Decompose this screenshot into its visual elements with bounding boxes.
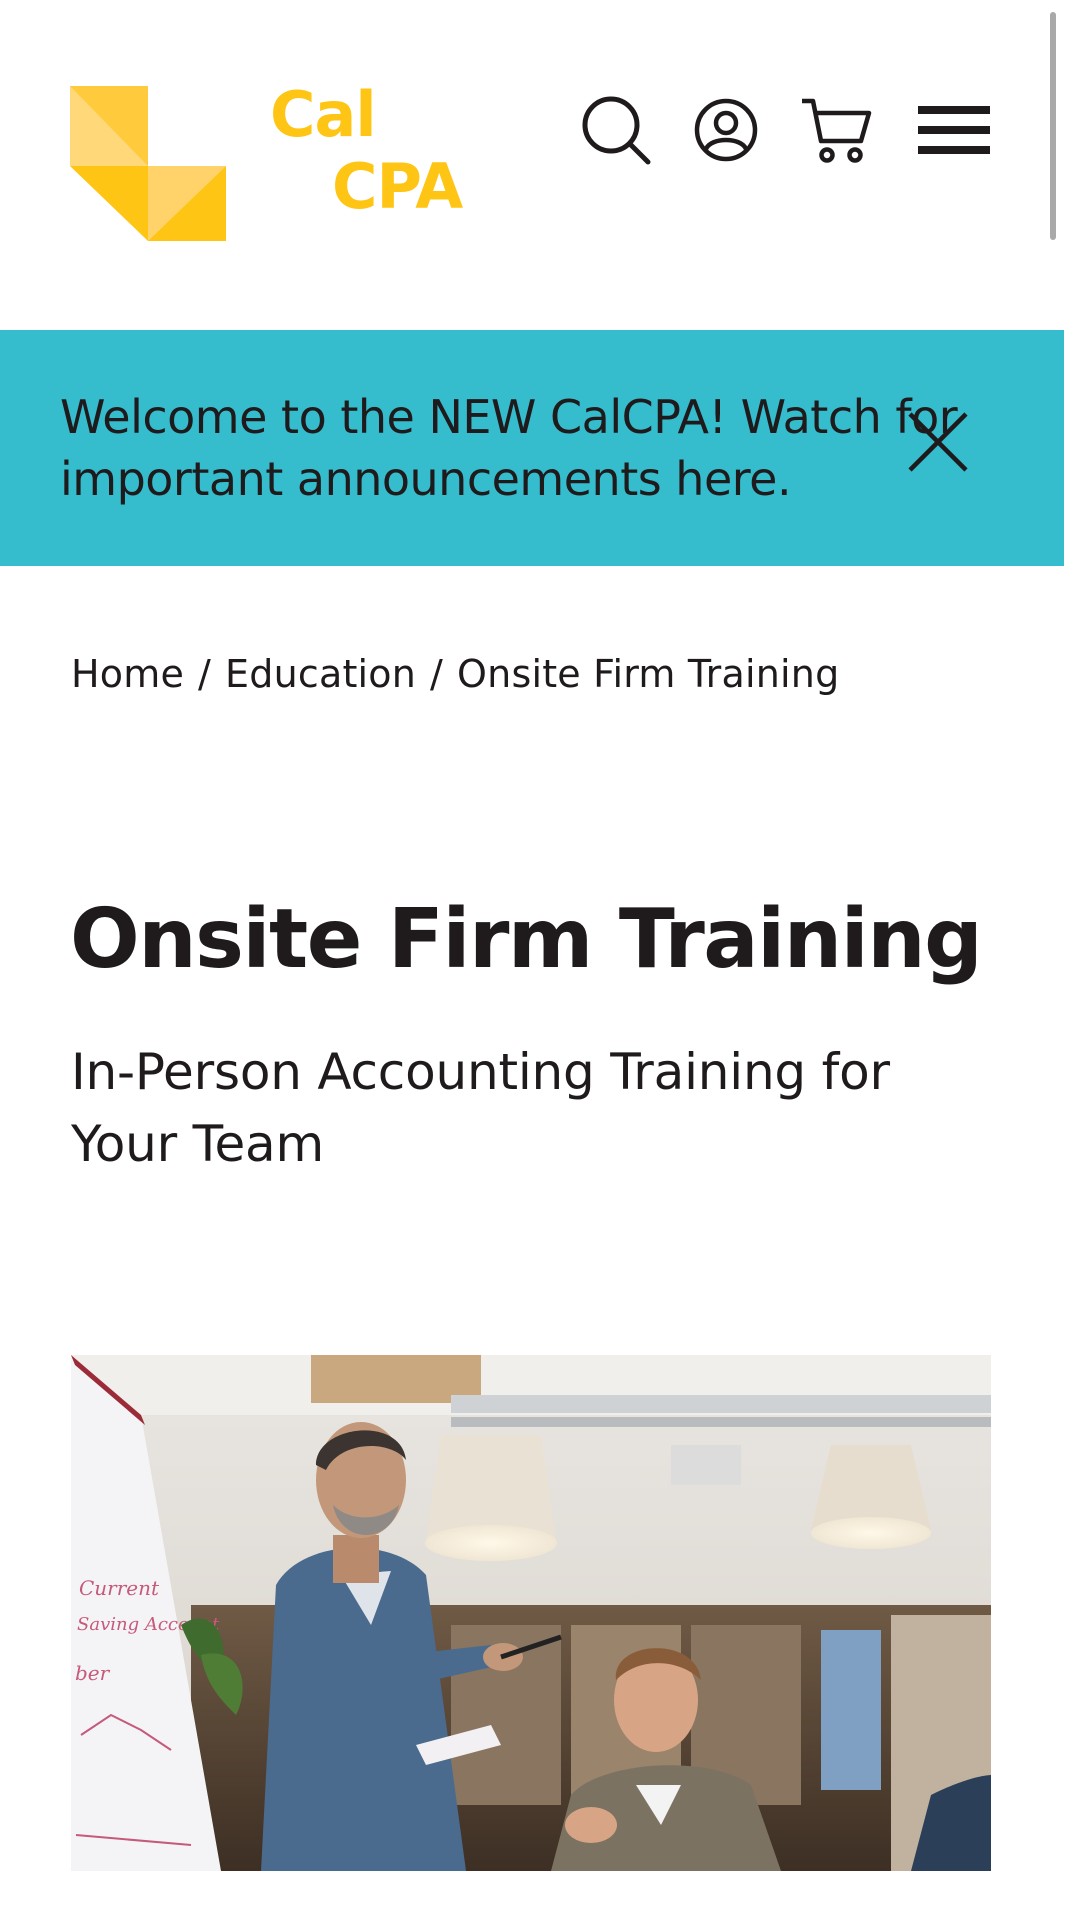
cart-button[interactable] [798,92,874,168]
page-title: Onsite Firm Training [70,892,983,987]
close-icon [908,412,968,472]
announcement-close-button[interactable] [906,410,970,474]
whiteboard-text: Current [79,1576,160,1600]
breadcrumb: Home / Education / Onsite Firm Training [71,652,839,696]
breadcrumb-home[interactable]: Home [71,652,184,696]
account-button[interactable] [688,92,764,168]
logo-word-cal: Cal [270,78,377,151]
announcement-text: Welcome to the NEW CalCPA! Watch for imp… [60,390,958,506]
hero-image: Current Saving Account ber [71,1355,991,1871]
site-header: Cal CPA [0,0,1080,330]
search-icon [582,96,651,165]
logo-word-cpa: CPA [332,150,463,223]
page-subtitle: In-Person Accounting Training for Your T… [71,1043,890,1173]
whiteboard-text: ber [75,1661,111,1685]
scrollbar[interactable] [1050,12,1056,240]
calcpa-logo[interactable]: Cal CPA [70,78,463,241]
breadcrumb-current: Onsite Firm Training [457,652,840,696]
hamburger-menu-icon [918,106,990,154]
page: Cal CPA Welcome to the NEW CalCPA! Watch… [0,0,1080,1920]
cart-icon [802,98,872,163]
announcement-banner: Welcome to the NEW CalCPA! Watch for imp… [0,330,1064,566]
account-icon [694,98,758,162]
menu-button[interactable] [916,92,992,168]
breadcrumb-separator: / [198,652,212,696]
search-button[interactable] [578,92,654,168]
breadcrumb-education[interactable]: Education [225,652,416,696]
breadcrumb-separator: / [430,652,444,696]
